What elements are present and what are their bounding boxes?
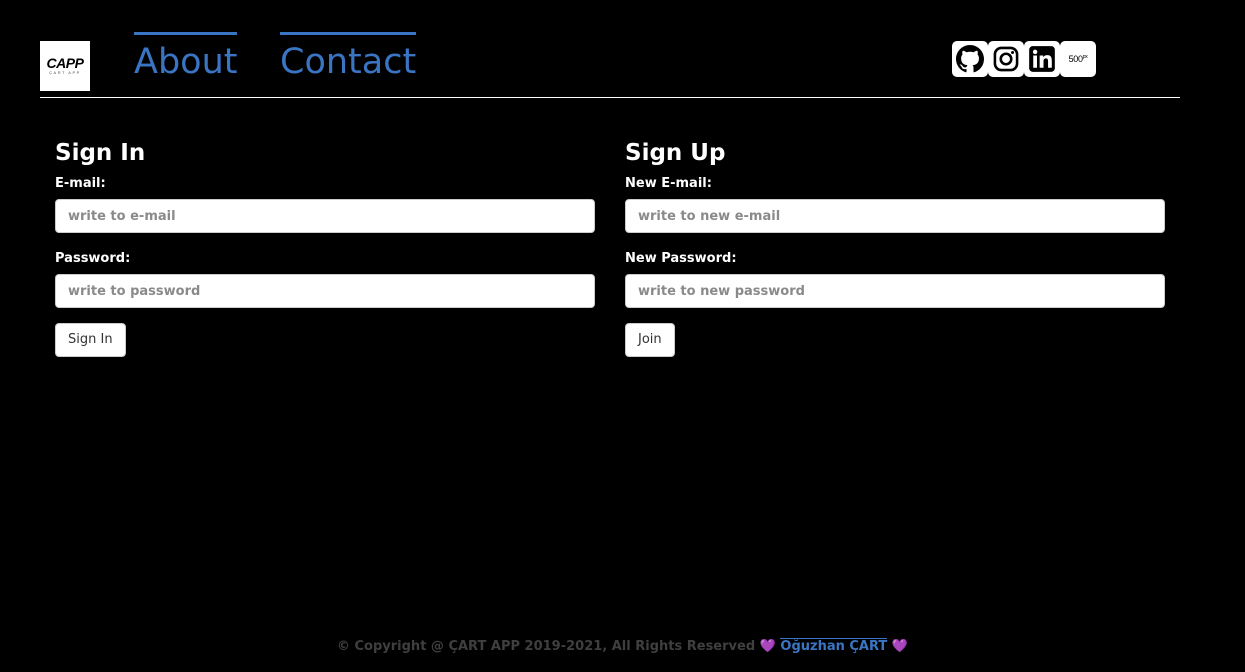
signin-email-label: E-mail: [55, 176, 106, 191]
signin-password-input[interactable] [55, 274, 595, 308]
github-icon [956, 45, 984, 73]
signup-title: Sign Up [625, 140, 726, 166]
heart-icon: 💜 [759, 639, 776, 654]
logo-subtext: ÇART APP [49, 70, 81, 75]
heart-icon: 💜 [891, 639, 908, 654]
nav-link-contact[interactable]: Contact [280, 32, 417, 89]
instagram-icon [992, 45, 1020, 73]
signin-form: Sign In E-mail: Password: Sign In [55, 137, 595, 357]
signup-password-label: New Password: [625, 251, 737, 266]
signin-title: Sign In [55, 140, 146, 166]
site-header: CAPP ÇART APP About Contact 500px [40, 0, 1180, 98]
logo-text: CAPP [46, 55, 84, 71]
copyright-text: © Copyright @ ÇART APP 2019-2021, All Ri… [336, 639, 756, 654]
join-button[interactable]: Join [625, 323, 675, 357]
linkedin-link[interactable] [1024, 41, 1060, 77]
github-link[interactable] [952, 41, 988, 77]
logo[interactable]: CAPP ÇART APP [40, 41, 90, 91]
nav-link-about[interactable]: About [134, 32, 238, 89]
linkedin-icon [1028, 45, 1056, 73]
signup-email-input[interactable] [625, 199, 1165, 233]
author-link[interactable]: Oğuzhan ÇART [780, 638, 888, 654]
instagram-link[interactable] [988, 41, 1024, 77]
page: CAPP ÇART APP About Contact 500px Sign I… [0, 0, 1245, 672]
signup-form: Sign Up New E-mail: New Password: Join [625, 137, 1165, 357]
signin-password-label: Password: [55, 251, 131, 266]
500px-link[interactable]: 500px [1060, 41, 1096, 77]
site-footer: © Copyright @ ÇART APP 2019-2021, All Ri… [0, 636, 1245, 658]
500px-icon: 500px [1068, 54, 1088, 64]
signup-email-label: New E-mail: [625, 176, 712, 191]
signup-password-input[interactable] [625, 274, 1165, 308]
signin-button[interactable]: Sign In [55, 323, 126, 357]
signin-email-input[interactable] [55, 199, 595, 233]
